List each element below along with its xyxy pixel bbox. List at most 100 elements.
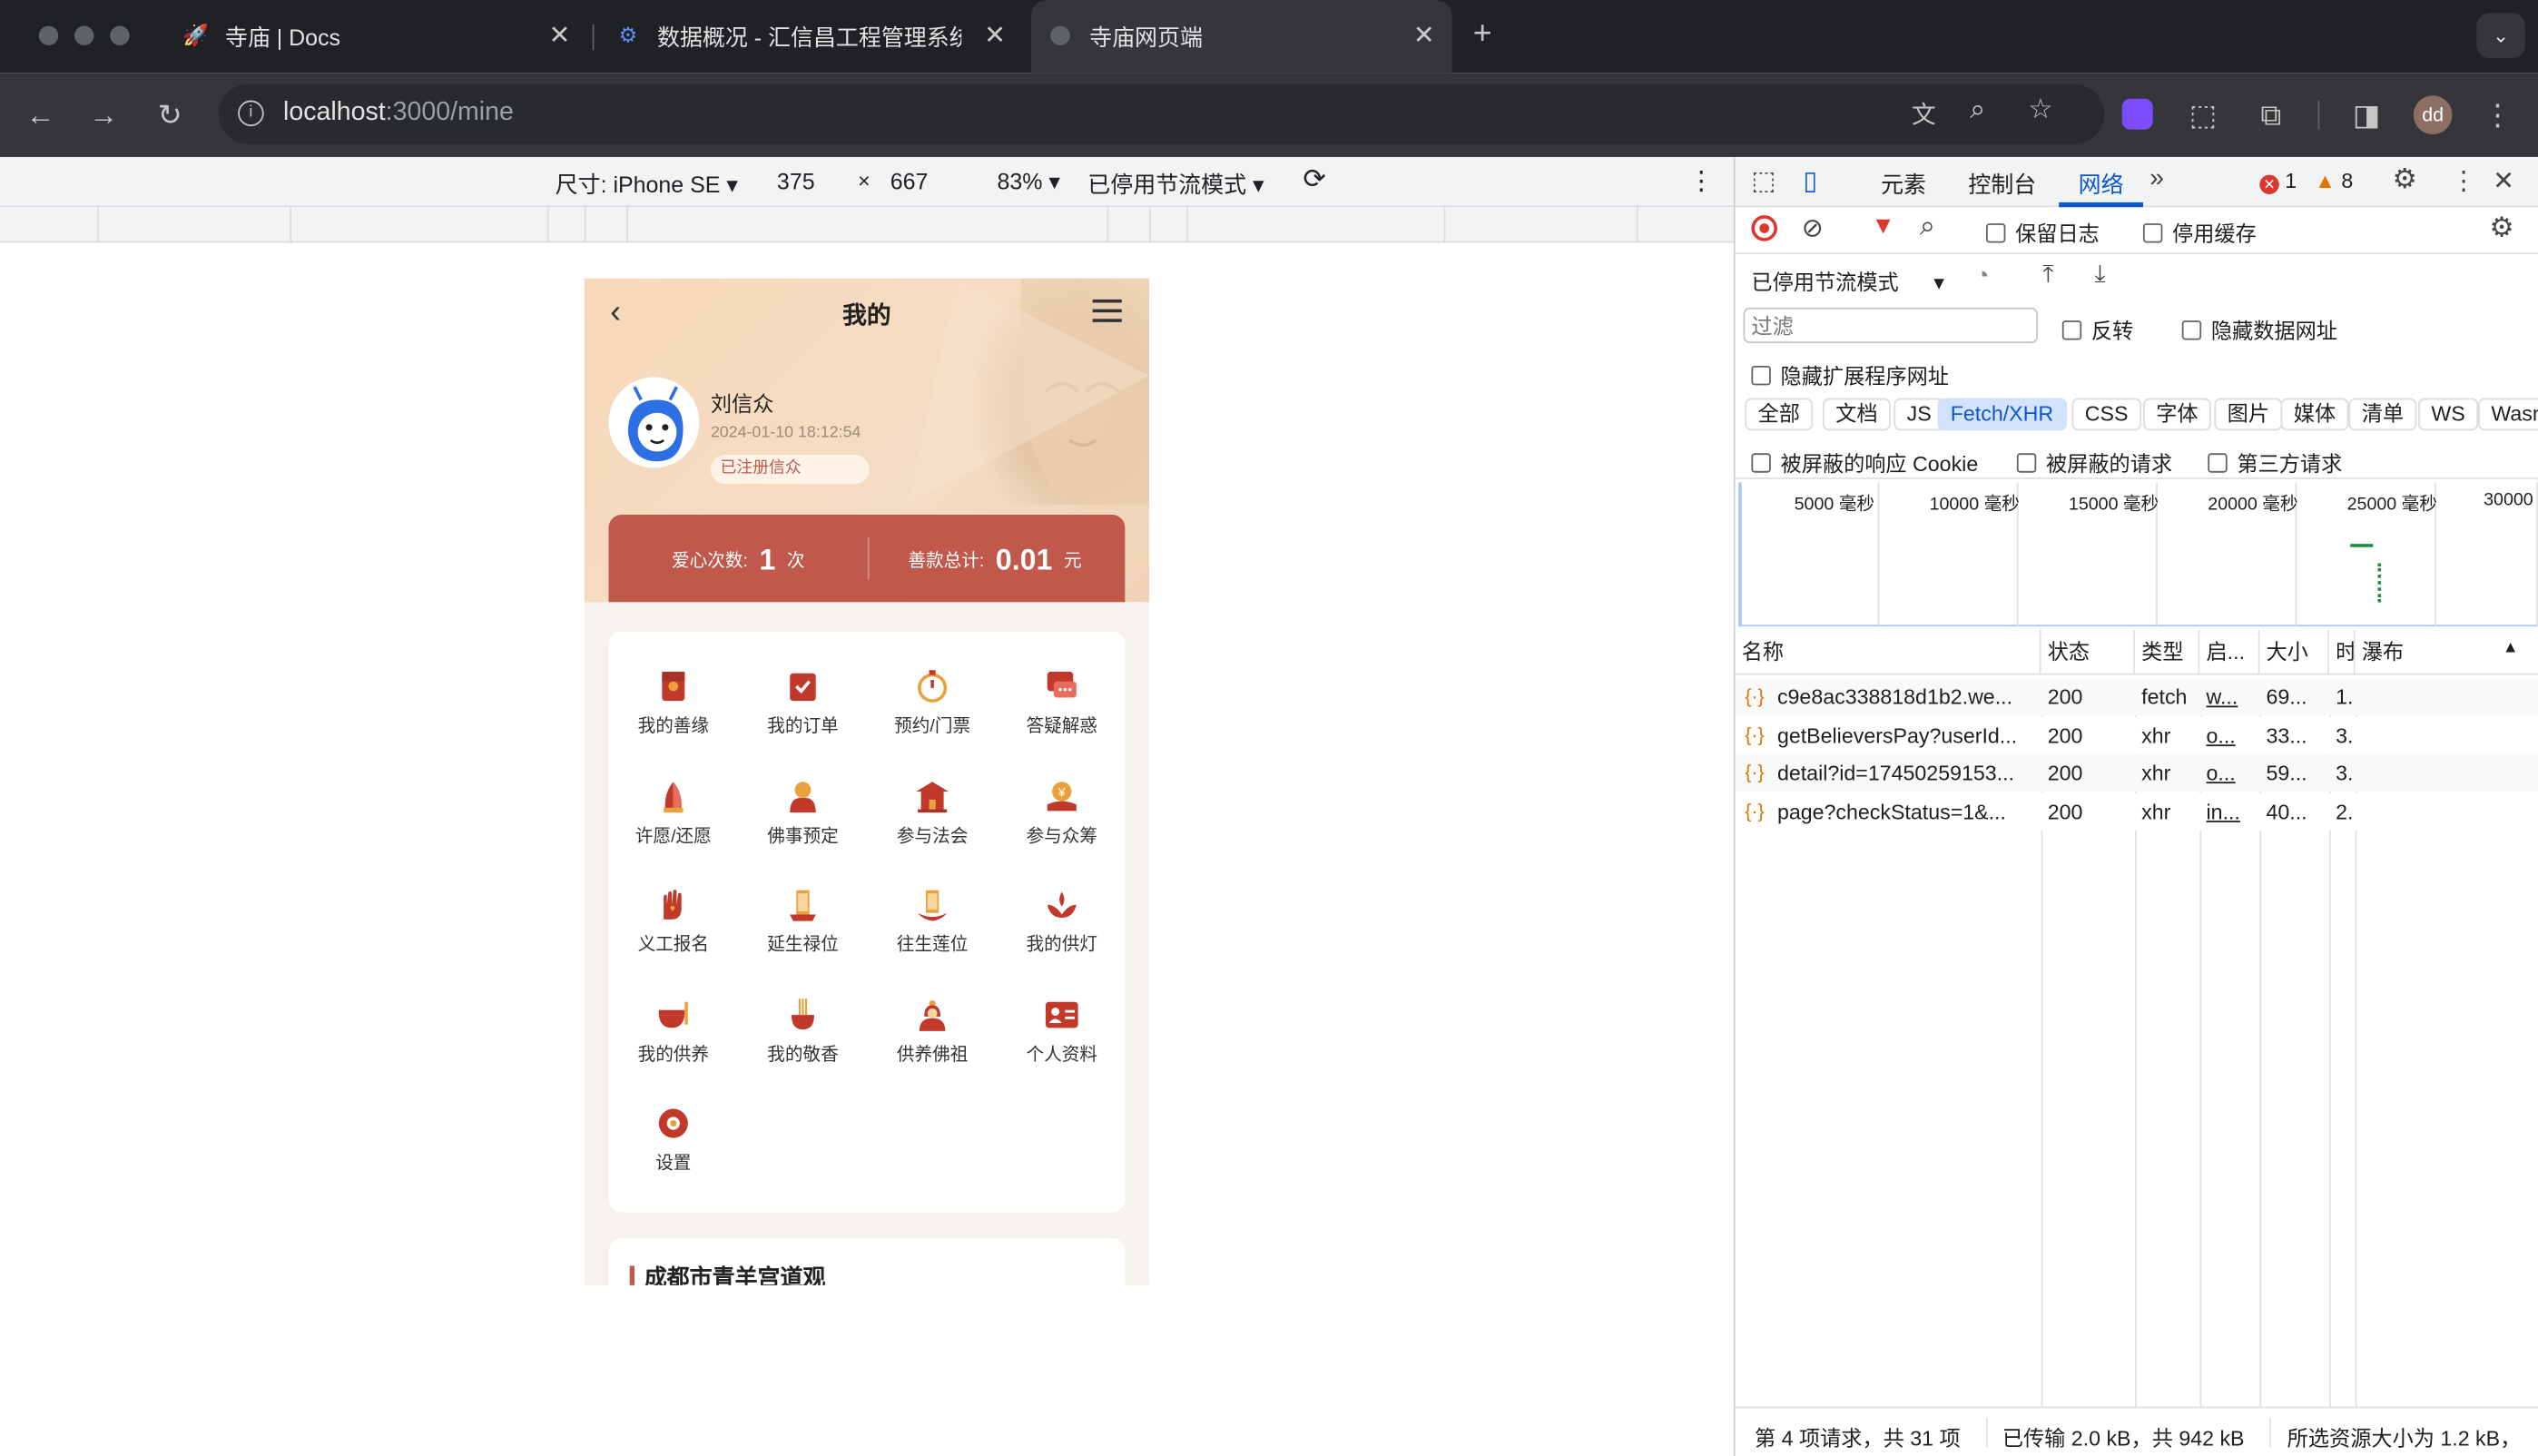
table-row[interactable]: {·} getBelieversPay?userId... 200 xhr o... 33… [1735, 716, 2538, 754]
network-conditions-icon[interactable]: ◔ [1975, 262, 1990, 290]
inspect-element-icon[interactable]: ⬚ [1751, 165, 1776, 198]
browser-tab-dashboard[interactable]: ⚙ 数据概况 - 汇信昌工程管理系统 ✕ [615, 0, 1020, 73]
table-row[interactable]: {·} page?checkStatus=1&... 200 xhr in... 40..… [1735, 792, 2538, 830]
browser-tab-docs[interactable]: 🚀 寺庙 | Docs ✕ [182, 0, 588, 73]
grid-item-temple[interactable]: 参与法会 [868, 743, 998, 851]
side-panel-icon[interactable]: ◨ [2348, 97, 2384, 133]
grid-item-tablet[interactable]: 延生禄位 [738, 853, 868, 961]
search-icon[interactable]: ⌕ [1920, 211, 1935, 243]
screenshot-icon[interactable]: ⬚ [2185, 97, 2220, 133]
filter-input[interactable] [1743, 307, 2039, 344]
site-info-icon[interactable]: i [238, 100, 264, 127]
grid-item-monk[interactable]: 佛事预定 [738, 743, 868, 851]
rotate-icon[interactable]: ⟳ [1303, 163, 1325, 196]
zoom-icon[interactable]: ⌕ [1970, 93, 1985, 126]
disable-cache-checkbox[interactable]: 停用缓存 [2142, 217, 2257, 248]
blocked-cookies-checkbox[interactable]: 被屏蔽的响应 Cookie [1751, 447, 1978, 477]
browser-tab-temple[interactable]: 寺庙网页端 ✕ [1030, 0, 1452, 74]
cell-initiator[interactable]: o... [2199, 754, 2259, 792]
grid-item-hand-heart[interactable]: 义工报名 [608, 853, 738, 961]
cell-name[interactable]: {·} page?checkStatus=1&... [1736, 792, 2041, 830]
column-header-4[interactable]: 大小 [2259, 629, 2330, 675]
type-filter-7[interactable]: 媒体 [2280, 398, 2349, 431]
table-row[interactable]: {·} c9e8ac338818d1b2.we... 200 fetch w... 69.… [1735, 678, 2538, 716]
device-mode-icon[interactable]: ▯ [1803, 165, 1817, 198]
close-tab-icon[interactable]: ✕ [984, 19, 1006, 52]
hide-extension-urls-checkbox[interactable]: 隐藏扩展程序网址 [1751, 359, 1949, 390]
zoom-select[interactable]: 83% ▾ [997, 168, 1059, 195]
invert-checkbox[interactable]: 反转 [2061, 314, 2133, 345]
type-filter-1[interactable]: 文档 [1822, 398, 1891, 431]
column-header-1[interactable]: 状态 [2041, 629, 2136, 675]
translate-icon[interactable]: 文 [1912, 97, 1936, 131]
cell-name[interactable]: {·} c9e8ac338818d1b2.we... [1736, 678, 2041, 715]
error-count[interactable]: ✕ 1 [2259, 168, 2297, 194]
menu-icon[interactable] [1092, 299, 1122, 322]
forward-icon[interactable]: → [86, 97, 122, 133]
temple-card[interactable]: 成都市青羊宫道观 [608, 1238, 1126, 1285]
address-bar[interactable]: i localhost:3000/mine 文 ⌕ ☆ [218, 84, 2105, 144]
grid-item-timer[interactable]: 预约/门票 [868, 635, 998, 743]
type-filter-0[interactable]: 全部 [1745, 398, 1814, 431]
media-query-ruler[interactable] [0, 207, 1734, 243]
back-icon[interactable]: ← [23, 97, 58, 133]
close-devtools-icon[interactable]: ✕ [2493, 165, 2514, 198]
type-filter-5[interactable]: 字体 [2142, 398, 2211, 431]
type-filter-8[interactable]: 清单 [2348, 398, 2417, 431]
tab-elements[interactable]: 元素 [1881, 168, 1926, 201]
grid-item-buddha[interactable]: 供养佛祖 [868, 962, 998, 1070]
grid-item-chat[interactable]: 答疑解惑 [997, 635, 1126, 743]
browser-menu-icon[interactable]: ⋮ [2480, 97, 2515, 133]
grid-item-gear[interactable]: 设置 [608, 1071, 738, 1179]
devtools-menu-icon[interactable]: ⋮ [2451, 165, 2477, 198]
throttle-select[interactable]: 已停用节流模式 ▾ [1087, 168, 1264, 201]
clear-icon[interactable]: ⊘ [1802, 212, 1824, 245]
extensions-puzzle-icon[interactable]: ⧉ [2253, 97, 2288, 133]
more-tabs-icon[interactable]: » [2149, 165, 2164, 194]
network-settings-icon[interactable]: ⚙ [2490, 212, 2514, 245]
viewport-width-input[interactable]: 375 [777, 168, 815, 194]
table-row[interactable]: {·} detail?id=17450259153... 200 xhr o... 59.… [1735, 753, 2538, 792]
close-tab-icon[interactable]: ✕ [549, 19, 571, 52]
tab-console[interactable]: 控制台 [1968, 168, 2036, 201]
profile-avatar[interactable]: dd [2413, 95, 2453, 135]
type-filter-3[interactable]: Fetch/XHR [1937, 398, 2067, 431]
viewport-height-input[interactable]: 667 [890, 168, 929, 194]
record-icon[interactable] [1751, 215, 1777, 241]
column-header-2[interactable]: 类型 [2135, 629, 2200, 675]
network-throttle-select[interactable]: 已停用节流模式 ▾ [1751, 265, 1944, 296]
grid-item-lotus-tablet[interactable]: 往生莲位 [868, 853, 998, 961]
cell-name[interactable]: {·} getBelieversPay?userId... [1736, 716, 2041, 753]
type-filter-4[interactable]: CSS [2071, 398, 2141, 431]
cell-initiator[interactable]: o... [2199, 716, 2259, 753]
grid-item-coin-hand[interactable]: ¥ 参与众筹 [997, 743, 1126, 851]
minimize-window-button[interactable] [74, 25, 94, 45]
warning-count[interactable]: ▲ 8 [2315, 168, 2353, 192]
column-header-5[interactable]: 时 [2329, 629, 2356, 675]
device-select[interactable]: 尺寸: iPhone SE ▾ [556, 168, 738, 201]
type-filter-10[interactable]: Wasm [2478, 398, 2538, 431]
grid-item-id-card[interactable]: 个人资料 [997, 962, 1126, 1070]
close-tab-icon[interactable]: ✕ [1413, 19, 1435, 52]
close-window-button[interactable] [38, 25, 59, 45]
sort-ascending-icon[interactable]: ▲ [2503, 639, 2519, 657]
type-filter-9[interactable]: WS [2418, 398, 2478, 431]
grid-item-red-envelope[interactable]: 我的善缘 [608, 635, 738, 743]
tab-network[interactable]: 网络 [2079, 168, 2124, 201]
column-header-0[interactable]: 名称 [1736, 629, 2041, 675]
device-toolbar-menu-icon[interactable]: ⋮ [1688, 165, 1715, 198]
grid-item-order[interactable]: 我的订单 [738, 635, 868, 743]
type-filter-6[interactable]: 图片 [2214, 398, 2283, 431]
cell-initiator[interactable]: w... [2199, 678, 2259, 715]
grid-item-bowl[interactable]: 我的供养 [608, 962, 738, 1070]
grid-item-lotus-lamp[interactable]: 我的供灯 [997, 853, 1126, 961]
maximize-window-button[interactable] [110, 25, 130, 45]
blocked-requests-checkbox[interactable]: 被屏蔽的请求 [2016, 447, 2172, 477]
import-har-icon[interactable]: ⤒ [2042, 261, 2053, 288]
export-har-icon[interactable]: ⤓ [2094, 261, 2105, 288]
hide-data-urls-checkbox[interactable]: 隐藏数据网址 [2181, 314, 2337, 345]
extension-icon[interactable] [2121, 98, 2153, 130]
tab-search-chevron-icon[interactable]: ⌄ [2476, 13, 2525, 59]
grid-item-praying-hands[interactable]: 许愿/还愿 [608, 743, 738, 851]
column-header-3[interactable]: 启... [2199, 629, 2260, 675]
